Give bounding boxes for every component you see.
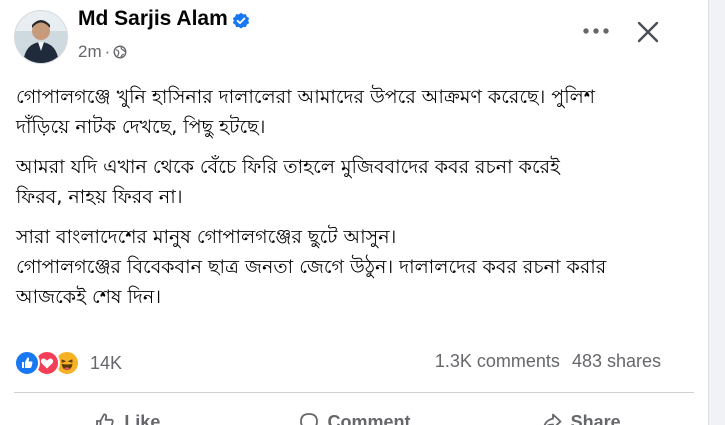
comment-bubble-icon: [299, 413, 318, 425]
reactions-summary[interactable]: 14K: [14, 348, 122, 378]
post-meta: 2m ·: [78, 42, 127, 62]
avatar[interactable]: [14, 10, 68, 64]
like-icon: [14, 350, 40, 376]
share-label: Share: [570, 411, 621, 425]
share-button[interactable]: Share: [467, 402, 694, 425]
reaction-count: 14K: [90, 352, 123, 373]
meta-separator: ·: [104, 42, 111, 61]
comments-count[interactable]: 1.3K comments: [435, 351, 560, 371]
post-paragraph-1: গোপালগঞ্জে খুনি হাসিনার দালালেরা আমাদের …: [16, 86, 596, 138]
timestamp[interactable]: 2m: [78, 42, 102, 61]
like-button[interactable]: Like: [14, 402, 241, 425]
globe-icon[interactable]: [113, 45, 127, 59]
author-name[interactable]: Md Sarjis Alam: [78, 7, 228, 31]
post-paragraph-3: সারা বাংলাদেশের মানুষ গোপালগঞ্জের ছুটে আ…: [16, 226, 607, 308]
thumbs-up-icon: [96, 413, 114, 425]
shares-count[interactable]: 483 shares: [572, 351, 661, 371]
post-actions-bar: Like Comment Share: [14, 402, 694, 425]
post-body: গোপালগঞ্জে খুনি হাসিনার দালালেরা আমাদের …: [16, 82, 686, 322]
like-label: Like: [124, 411, 161, 425]
comment-button[interactable]: Comment: [241, 402, 468, 425]
close-icon: [637, 21, 659, 43]
comment-label: Comment: [327, 411, 411, 425]
post-header: Md Sarjis Alam 2m ·: [8, 6, 698, 66]
post-paragraph-2: আমরা যদি এখান থেকে বেঁচে ফিরি তাহলে মুজি…: [16, 156, 560, 208]
close-button[interactable]: [628, 14, 668, 50]
share-arrow-icon: [543, 413, 562, 425]
verified-badge-icon: [232, 12, 250, 29]
page-scrollbar-strip[interactable]: [708, 0, 725, 425]
facebook-post: Md Sarjis Alam 2m · গোপালগঞ্জে খুনি হাসি…: [0, 0, 709, 425]
more-dots-icon: [583, 28, 609, 34]
more-options-button[interactable]: [576, 16, 616, 46]
engagement-stats: 1.3K comments 483 shares: [435, 351, 661, 372]
actions-divider: [14, 392, 694, 393]
